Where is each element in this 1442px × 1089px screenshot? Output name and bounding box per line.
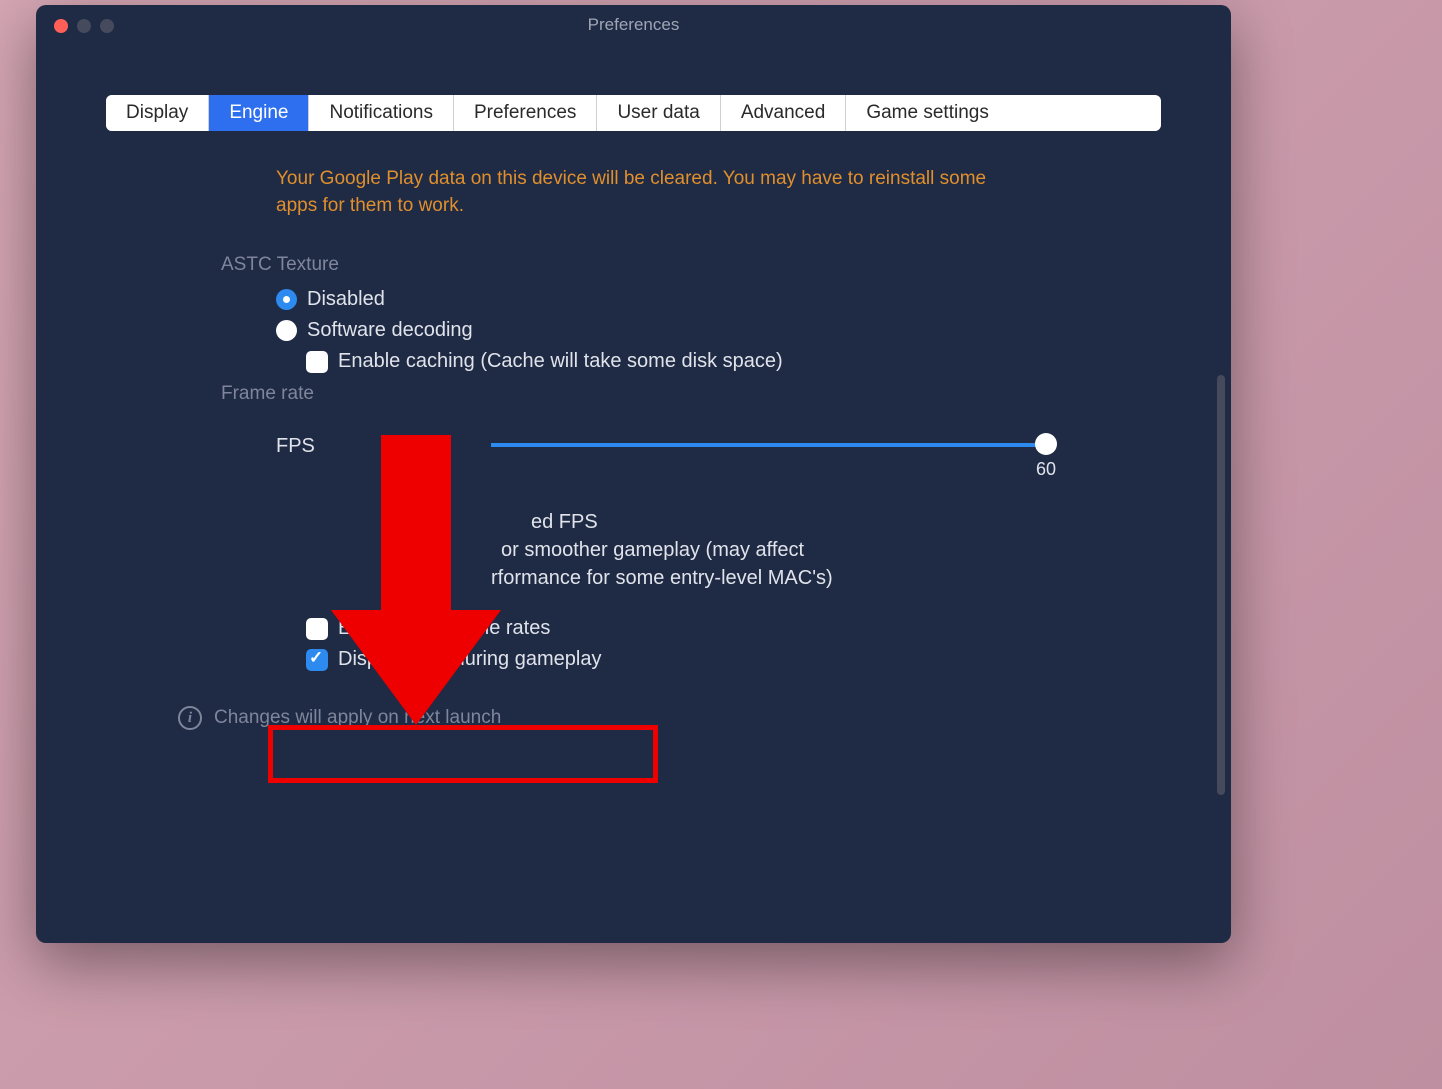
- enable-high-fr-label: Enable high frame rates: [338, 617, 550, 640]
- display-fps-label: Display FPS during gameplay: [338, 648, 601, 671]
- minimize-button[interactable]: [77, 19, 91, 33]
- tab-game-settings[interactable]: Game settings: [846, 95, 1009, 131]
- fps-slider[interactable]: 60: [491, 435, 1046, 439]
- info-icon: i: [178, 706, 202, 730]
- scrollbar[interactable]: [1217, 375, 1225, 795]
- slider-value: 60: [1036, 459, 1056, 480]
- footer-row: i Changes will apply on next launch: [178, 706, 1161, 730]
- slider-track: [491, 443, 1046, 447]
- partial-line-3: rformance for some entry-level MAC's): [306, 564, 1161, 592]
- footer-text: Changes will apply on next launch: [214, 707, 501, 729]
- checkbox-display-fps[interactable]: [306, 649, 328, 671]
- enable-high-fr-row[interactable]: Enable high frame rates: [306, 617, 1161, 640]
- checkbox-enable-high-fr[interactable]: [306, 618, 328, 640]
- radio-astc-disabled[interactable]: [276, 289, 297, 310]
- astc-disabled-row[interactable]: Disabled: [276, 288, 1161, 311]
- astc-software-label: Software decoding: [307, 319, 473, 342]
- tabs-bar: Display Engine Notifications Preferences…: [106, 95, 1161, 131]
- astc-software-row[interactable]: Software decoding: [276, 319, 1161, 342]
- warning-text: Your Google Play data on this device wil…: [276, 166, 996, 219]
- display-fps-row[interactable]: Display FPS during gameplay: [306, 648, 1161, 671]
- fps-label: FPS: [276, 435, 366, 458]
- tab-preferences[interactable]: Preferences: [454, 95, 597, 131]
- fps-row: FPS 60: [276, 435, 1161, 458]
- slider-thumb[interactable]: [1035, 433, 1057, 455]
- preferences-window: Preferences Display Engine Notifications…: [36, 5, 1231, 943]
- astc-caching-label: Enable caching (Cache will take some dis…: [338, 350, 783, 373]
- tab-display[interactable]: Display: [106, 95, 209, 131]
- traffic-lights: [54, 19, 114, 33]
- maximize-button[interactable]: [100, 19, 114, 33]
- tab-engine[interactable]: Engine: [209, 95, 309, 131]
- partial-description: ed FPS or smoother gameplay (may affect …: [306, 508, 1161, 592]
- checkbox-enable-caching[interactable]: [306, 351, 328, 373]
- tab-notifications[interactable]: Notifications: [309, 95, 454, 131]
- radio-astc-software[interactable]: [276, 320, 297, 341]
- window-title: Preferences: [36, 15, 1231, 35]
- astc-section-label: ASTC Texture: [221, 254, 1161, 276]
- partial-line-1: ed FPS: [306, 508, 1161, 536]
- tab-user-data[interactable]: User data: [597, 95, 720, 131]
- close-button[interactable]: [54, 19, 68, 33]
- astc-disabled-label: Disabled: [307, 288, 385, 311]
- astc-caching-row[interactable]: Enable caching (Cache will take some dis…: [306, 350, 1161, 373]
- titlebar: Preferences: [36, 5, 1231, 45]
- frame-rate-section-label: Frame rate: [221, 383, 1161, 405]
- partial-line-2: or smoother gameplay (may affect: [306, 536, 1161, 564]
- tab-advanced[interactable]: Advanced: [721, 95, 847, 131]
- content-area: Your Google Play data on this device wil…: [36, 131, 1231, 939]
